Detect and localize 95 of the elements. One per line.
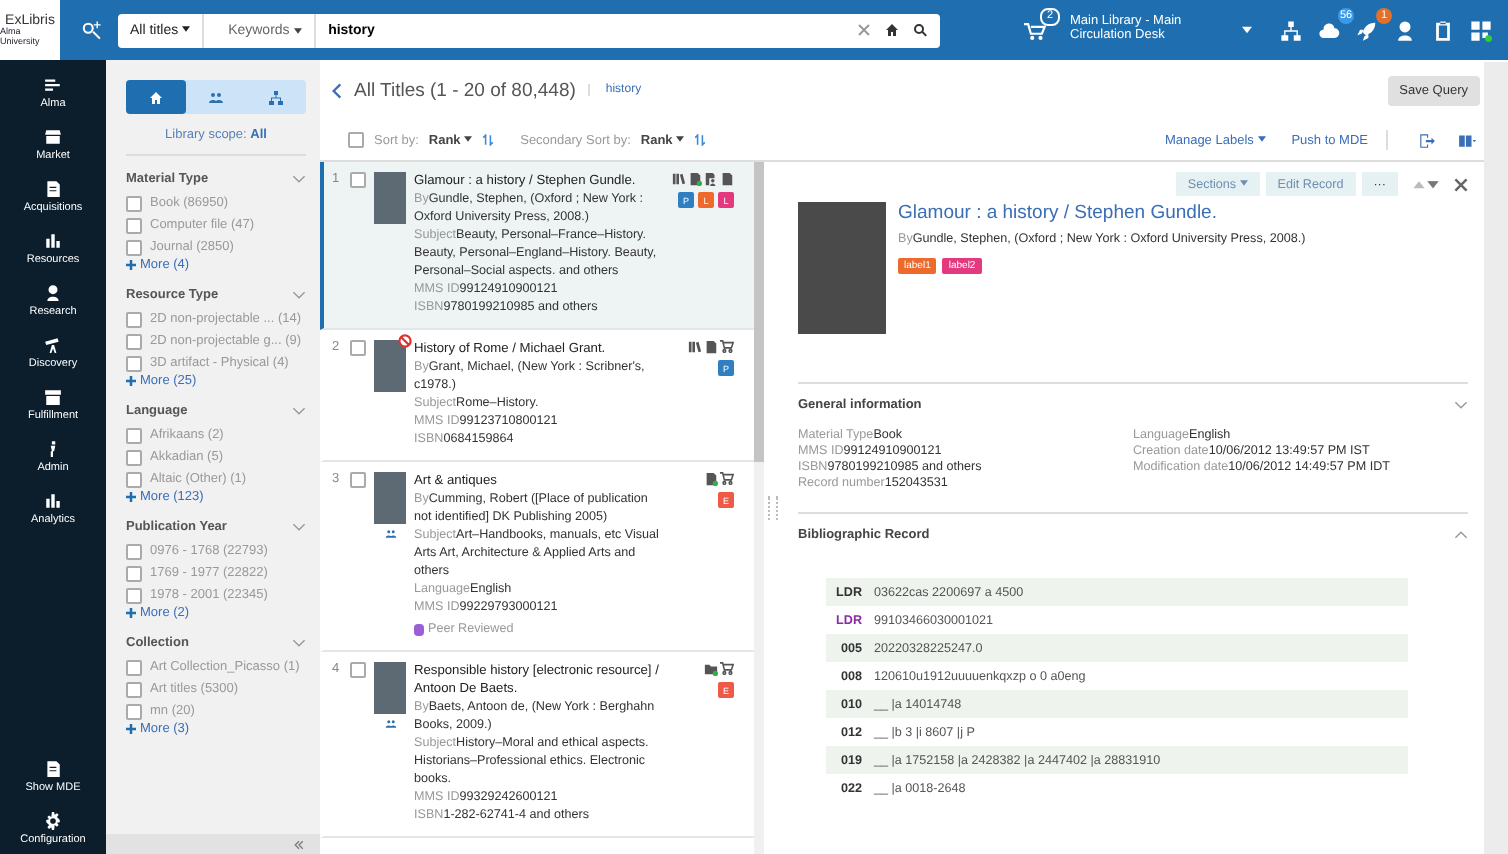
checkbox[interactable] <box>350 340 366 356</box>
caret-icon <box>464 136 473 143</box>
plus-icon[interactable] <box>126 724 136 734</box>
cover-placeholder <box>798 202 886 334</box>
checkbox[interactable] <box>350 172 366 188</box>
books-icon[interactable] <box>688 340 702 354</box>
checkbox[interactable] <box>126 239 142 255</box>
cover-placeholder <box>374 662 406 714</box>
cloud-icon[interactable] <box>1318 19 1340 41</box>
export-icon[interactable] <box>1418 131 1436 149</box>
plus-icon[interactable] <box>126 492 136 502</box>
document-icon[interactable] <box>688 172 702 186</box>
layout-icon[interactable] <box>1458 131 1476 149</box>
folder-icon[interactable] <box>704 662 718 676</box>
person-icon <box>44 283 62 301</box>
cover-placeholder <box>374 172 406 224</box>
checkbox[interactable] <box>350 472 366 488</box>
checkbox[interactable] <box>126 195 142 211</box>
plus-icon[interactable] <box>126 376 136 386</box>
home-icon[interactable] <box>884 22 900 38</box>
chevron-up-icon[interactable] <box>1454 529 1468 539</box>
peer-reviewed-icon <box>414 623 424 635</box>
checkbox[interactable] <box>126 659 142 675</box>
archive-box-icon <box>44 387 62 405</box>
lines-icon <box>44 75 62 93</box>
checkbox[interactable] <box>126 355 142 371</box>
sort-direction-icon[interactable] <box>694 134 707 146</box>
document-person-icon[interactable] <box>704 172 718 186</box>
checkbox[interactable] <box>126 311 142 327</box>
checkbox[interactable] <box>126 449 142 465</box>
hierarchy-icon <box>268 89 284 105</box>
document-icon <box>44 179 62 197</box>
books-icon[interactable] <box>672 172 686 186</box>
store-icon <box>44 127 62 145</box>
result-item[interactable] <box>320 162 754 330</box>
plus-icon[interactable] <box>126 608 136 618</box>
checkbox[interactable] <box>350 662 366 678</box>
home-icon <box>148 89 164 105</box>
widgets-icon[interactable] <box>1470 19 1492 41</box>
checkbox[interactable] <box>126 543 142 559</box>
select-all-checkbox[interactable] <box>348 132 364 148</box>
record-title: Glamour : a history / Stephen Gundle. <box>898 202 1219 224</box>
person-icon[interactable] <box>1394 19 1416 41</box>
cart-icon[interactable] <box>720 662 734 676</box>
clear-icon[interactable] <box>856 22 872 38</box>
chevron-down-icon[interactable] <box>292 522 306 532</box>
plus-icon[interactable] <box>126 260 136 270</box>
people-icon <box>208 89 224 105</box>
back-icon[interactable] <box>332 81 342 99</box>
caret-icon <box>1257 136 1266 143</box>
caret-icon[interactable] <box>1242 26 1252 34</box>
chevron-down-icon[interactable] <box>292 290 306 300</box>
scrollbar[interactable] <box>754 162 764 854</box>
checkbox[interactable] <box>126 565 142 581</box>
chevron-down-icon[interactable] <box>292 406 306 416</box>
hierarchy-icon[interactable] <box>1280 19 1302 41</box>
facet-tab[interactable] <box>126 80 186 114</box>
bar-chart-icon <box>44 231 62 249</box>
close-icon[interactable] <box>1454 177 1468 191</box>
scrollbar-thumb[interactable] <box>754 162 764 462</box>
clipboard-icon[interactable] <box>1432 19 1454 41</box>
cart-icon[interactable] <box>720 340 734 354</box>
checkbox[interactable] <box>126 703 142 719</box>
document-icon[interactable] <box>704 340 718 354</box>
caret-icon <box>182 26 191 33</box>
checkbox[interactable] <box>126 471 142 487</box>
caret-icon <box>294 27 303 33</box>
document-icon[interactable] <box>704 472 718 486</box>
search-person-icon[interactable] <box>80 19 102 41</box>
checkbox[interactable] <box>126 587 142 603</box>
gear-icon <box>44 811 62 829</box>
caret-icon <box>676 136 685 143</box>
document-icon[interactable] <box>720 172 734 186</box>
cart-icon[interactable] <box>720 472 734 486</box>
rocket-icon[interactable] <box>1356 19 1378 41</box>
caret-icon <box>1239 180 1248 187</box>
cart-icon[interactable] <box>1024 19 1046 41</box>
scrollbar[interactable] <box>1484 62 1508 854</box>
previous-next-icon[interactable] <box>1412 178 1440 190</box>
checkbox[interactable] <box>126 217 142 233</box>
collapse-icon[interactable] <box>294 839 304 849</box>
chevron-down-icon[interactable] <box>292 638 306 648</box>
checkbox[interactable] <box>126 681 142 697</box>
chevron-down-icon[interactable] <box>292 174 306 184</box>
results-title: All Titles (1 - 20 of 80,448) <box>354 79 576 101</box>
cover-placeholder <box>374 472 406 524</box>
document-icon <box>44 759 62 777</box>
search-icon[interactable] <box>912 22 928 38</box>
checkbox[interactable] <box>126 333 142 349</box>
resize-handle[interactable] <box>768 496 778 520</box>
checkbox[interactable] <box>126 427 142 443</box>
sort-direction-icon[interactable] <box>482 134 495 146</box>
telescope-icon <box>44 335 62 353</box>
chevron-down-icon[interactable] <box>1454 399 1468 409</box>
bar-chart-icon <box>44 491 62 509</box>
